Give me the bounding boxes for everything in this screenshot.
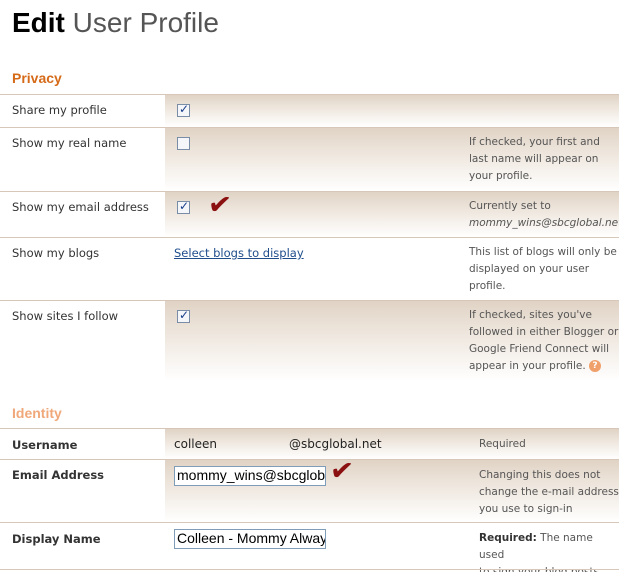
red-checkmark-annotation: ✔ [206,186,234,223]
share-profile-label: Share my profile [12,103,107,117]
email-field[interactable]: mommy_wins@sbcglobal.net [174,466,326,486]
show-email-checkbox[interactable] [177,199,190,214]
privacy-row-sites-follow: Show sites I follow If checked, sites yo… [0,301,619,381]
red-checkmark-annotation: ✔ [328,452,356,489]
email-label: Email Address [12,468,105,482]
select-blogs-link[interactable]: Select blogs to display [174,246,304,260]
display-name-note: Required: The name used to sign your blo… [479,532,603,572]
real-name-label: Show my real name [12,136,127,150]
identity-row-display-name: Display Name Colleen - Mommy Always Wins… [0,523,619,572]
sites-follow-note: If checked, sites you've followed in eit… [469,309,619,372]
privacy-row-blogs: Show my blogs Select blogs to display Th… [0,238,619,300]
username-label: Username [12,438,78,452]
divider [0,569,619,570]
show-blogs-label: Show my blogs [12,246,100,260]
page-title: Edit User Profile [12,7,219,39]
identity-heading: Identity [12,405,62,421]
privacy-row-real-name: Show my real name If checked, your first… [0,128,619,191]
show-email-note: Currently set to mommy_wins@sbcglobal.ne… [469,200,619,229]
show-blogs-note: This list of blogs will only be displaye… [469,246,617,292]
real-name-note: If checked, your first and last name wil… [469,136,600,182]
share-profile-checkbox[interactable] [177,102,190,117]
email-note: Changing this does not change the e-mail… [479,469,619,515]
privacy-heading: Privacy [12,70,62,86]
display-name-field[interactable]: Colleen - Mommy Always Wins [174,529,326,549]
identity-row-email: Email Address mommy_wins@sbcglobal.net ✔… [0,453,619,522]
show-email-label: Show my email address [12,200,149,214]
page-title-rest: User Profile [72,7,219,38]
identity-row-username: Username colleen @sbcglobal.net Required [0,429,619,459]
page-title-bold: Edit [12,7,65,38]
username-note: Required [479,438,526,450]
privacy-row-share-profile: Share my profile [0,95,619,127]
display-name-label: Display Name [12,532,101,546]
sites-follow-checkbox[interactable] [177,308,190,323]
privacy-row-email: Show my email address ✔ Currently set to… [0,187,619,237]
username-value: colleen @sbcglobal.net [174,437,382,451]
real-name-checkbox[interactable] [177,137,190,150]
question-mark-icon[interactable]: ? [589,360,602,372]
sites-follow-label: Show sites I follow [12,309,119,323]
